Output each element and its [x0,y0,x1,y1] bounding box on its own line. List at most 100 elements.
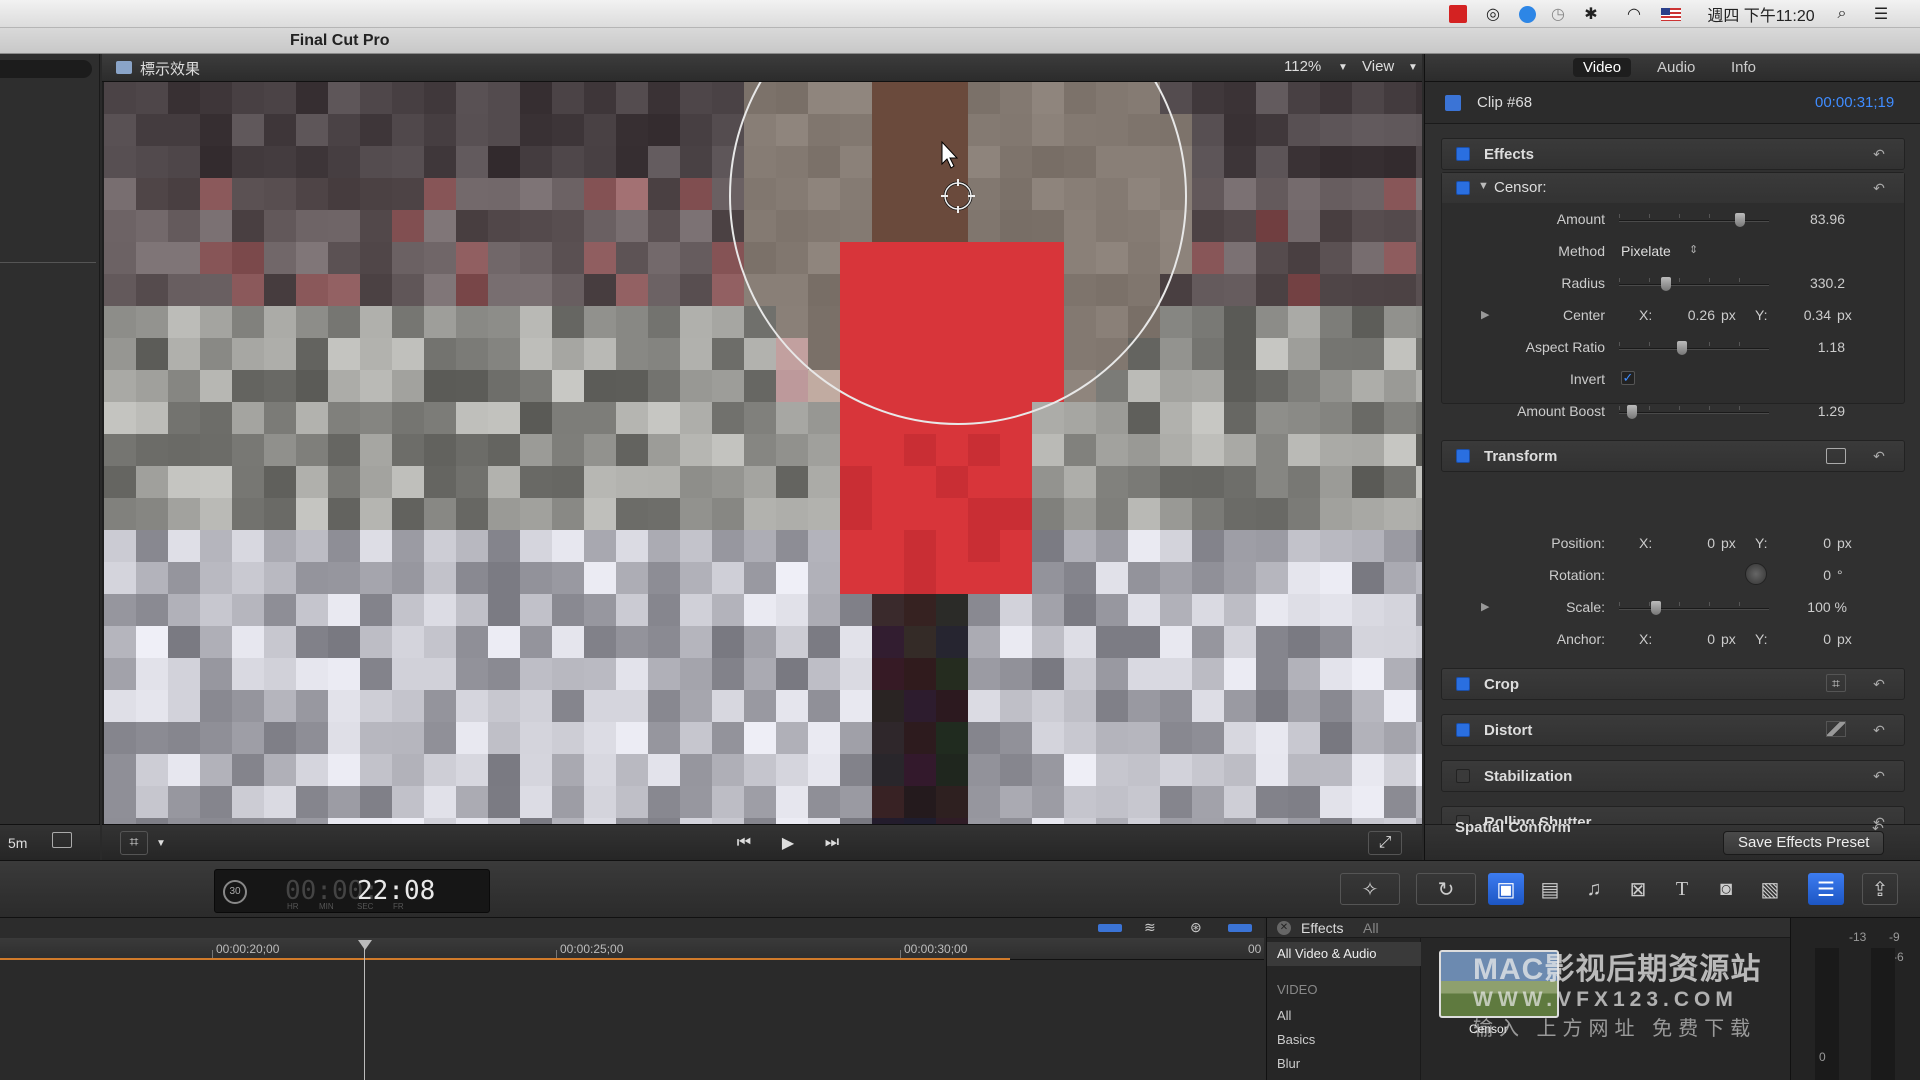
crop-reset-icon[interactable]: ↶ [1872,677,1886,691]
stabilization-enable-checkbox[interactable] [1456,769,1470,783]
scale-slider-thumb[interactable] [1651,601,1661,615]
rotation-value[interactable]: 0 [1781,567,1831,583]
timeline-panel[interactable]: ≋ ⊛ 00:00:20;00 00:00:25;00 00:00:30;00 … [0,918,1264,1080]
snapping-icon[interactable] [1228,924,1252,932]
effects-browser-icon[interactable]: ▣ [1488,873,1524,905]
aspect-ratio-value[interactable]: 1.18 [1785,339,1845,355]
radius-slider[interactable] [1619,277,1769,291]
censor-reset-icon[interactable]: ↶ [1872,181,1886,195]
crop-tool-icon[interactable]: ⌗ [1826,674,1846,692]
censor-onscreen-controls[interactable] [104,82,1422,824]
method-popup[interactable]: Pixelate [1621,243,1671,259]
inspector-toggle-icon[interactable]: ☰ [1808,873,1844,905]
category-item[interactable]: All [1277,1008,1291,1023]
amount-boost-value[interactable]: 1.29 [1785,403,1845,419]
playhead[interactable] [364,940,365,1080]
save-effects-preset-button[interactable]: Save Effects Preset [1723,831,1885,855]
amount-value[interactable]: 83.96 [1785,211,1845,227]
bluetooth-icon[interactable]: ✱ [1580,0,1602,28]
stabilization-reset-icon[interactable]: ↶ [1872,769,1886,783]
transform-tool-icon[interactable]: ⌗ [120,831,148,855]
app-status-icon[interactable] [1448,0,1468,28]
fullscreen-icon[interactable]: ⤢ [1368,831,1402,855]
menubar-clock[interactable]: 週四 下午11:20 [1696,0,1826,28]
titles-browser-icon[interactable]: T [1664,873,1700,905]
retime-icon[interactable]: ↻ [1416,873,1476,905]
method-stepper-icon[interactable]: ⇕ [1689,243,1698,256]
position-y-value[interactable]: 0 [1781,535,1831,551]
sync-icon[interactable] [1516,0,1538,28]
transform-section-header[interactable]: Transform ↶ [1441,440,1905,472]
amount-slider[interactable] [1619,213,1769,227]
dashboard-timecode[interactable]: 30 00:00: 22:08 HR MIN SEC FR [214,869,490,913]
radius-slider-thumb[interactable] [1661,277,1671,291]
distort-enable-checkbox[interactable] [1456,723,1470,737]
themes-browser-icon[interactable]: ▧ [1752,873,1788,905]
amount-boost-slider[interactable] [1619,405,1769,419]
clip-appearance-icon[interactable] [1098,924,1122,932]
censor-enable-checkbox[interactable] [1456,181,1470,195]
effects-enable-checkbox[interactable] [1456,147,1470,161]
browser-search-field[interactable] [0,60,92,78]
effects-filter[interactable]: All [1363,920,1379,936]
aspect-ratio-slider-thumb[interactable] [1677,341,1687,355]
anchor-y-value[interactable]: 0 [1781,631,1831,647]
audio-skimming-icon[interactable]: ≋ [1144,919,1156,936]
share-icon[interactable]: ⇪ [1862,873,1898,905]
playhead-handle[interactable] [358,940,372,950]
transform-onscreen-icon[interactable] [1826,448,1846,464]
rotation-dial[interactable] [1745,563,1767,585]
distort-reset-icon[interactable]: ↶ [1872,723,1886,737]
scale-slider[interactable] [1619,601,1769,615]
timeline-ruler[interactable]: 00:00:20;00 00:00:25;00 00:00:30;00 00 [0,938,1264,960]
transform-enable-checkbox[interactable] [1456,449,1470,463]
effects-section-header[interactable]: Effects ↶ [1441,138,1905,170]
viewer-zoom-menu[interactable]: 112% [1284,58,1321,75]
invert-checkbox[interactable]: ✓ [1621,371,1635,385]
effects-reset-icon[interactable]: ↶ [1872,147,1886,161]
zoom-chevron-down-icon[interactable]: ▼ [1338,62,1348,73]
music-browser-icon[interactable]: ♫ [1576,873,1612,905]
video-canvas[interactable] [104,82,1422,824]
spotlight-search-icon[interactable]: ⌕ [1830,0,1854,28]
tab-info[interactable]: Info [1721,58,1766,77]
enhancements-wand-icon[interactable]: ✧ [1340,873,1400,905]
anchor-x-value[interactable]: 0 [1665,631,1715,647]
photos-browser-icon[interactable]: ▤ [1532,873,1568,905]
play-icon[interactable]: ▶ [774,831,802,855]
wifi-icon[interactable]: ◠ [1620,0,1648,28]
radius-value[interactable]: 330.2 [1785,275,1845,291]
position-x-value[interactable]: 0 [1665,535,1715,551]
solo-icon[interactable]: ⊛ [1190,919,1202,936]
tab-audio[interactable]: Audio [1647,58,1705,77]
category-item[interactable]: Blur [1277,1056,1300,1071]
transform-reset-icon[interactable]: ↶ [1872,449,1886,463]
stabilization-section-header[interactable]: Stabilization ↶ [1441,760,1905,792]
generators-browser-icon[interactable]: ◙ [1708,873,1744,905]
category-item[interactable]: Basics [1277,1032,1315,1047]
distort-section-header[interactable]: Distort ↶ [1441,714,1905,746]
go-to-end-icon[interactable]: ⏭ [818,831,846,855]
center-y-value[interactable]: 0.34 [1781,307,1831,323]
category-item-selected[interactable]: All Video & Audio [1267,942,1421,966]
scale-value[interactable]: 100 % [1781,599,1847,615]
distort-tool-icon[interactable] [1826,721,1846,737]
censor-effect-thumbnail[interactable] [1439,950,1559,1018]
filmstrip-view-icon[interactable] [52,832,72,848]
center-x-value[interactable]: 0.26 [1665,307,1715,323]
aspect-ratio-slider[interactable] [1619,341,1769,355]
flag-icon[interactable] [1660,0,1682,28]
amount-boost-slider-thumb[interactable] [1627,405,1637,419]
transitions-browser-icon[interactable]: ⊠ [1620,873,1656,905]
crop-enable-checkbox[interactable] [1456,677,1470,691]
go-to-start-icon[interactable]: ⏮ [730,831,758,855]
spatial-conform-label[interactable]: Spatial Conform [1455,819,1571,836]
time-machine-icon[interactable]: ◷ [1546,0,1570,28]
crop-section-header[interactable]: Crop ⌗ ↶ [1441,668,1905,700]
view-chevron-down-icon[interactable]: ▼ [1408,62,1418,73]
censor-disclosure-icon[interactable]: ▼ [1478,180,1489,192]
creative-cloud-icon[interactable]: ◎ [1480,0,1506,28]
tab-video[interactable]: Video [1573,58,1632,77]
notification-center-icon[interactable]: ☰ [1868,0,1894,28]
tool-chevron-down-icon[interactable]: ▼ [154,831,168,855]
